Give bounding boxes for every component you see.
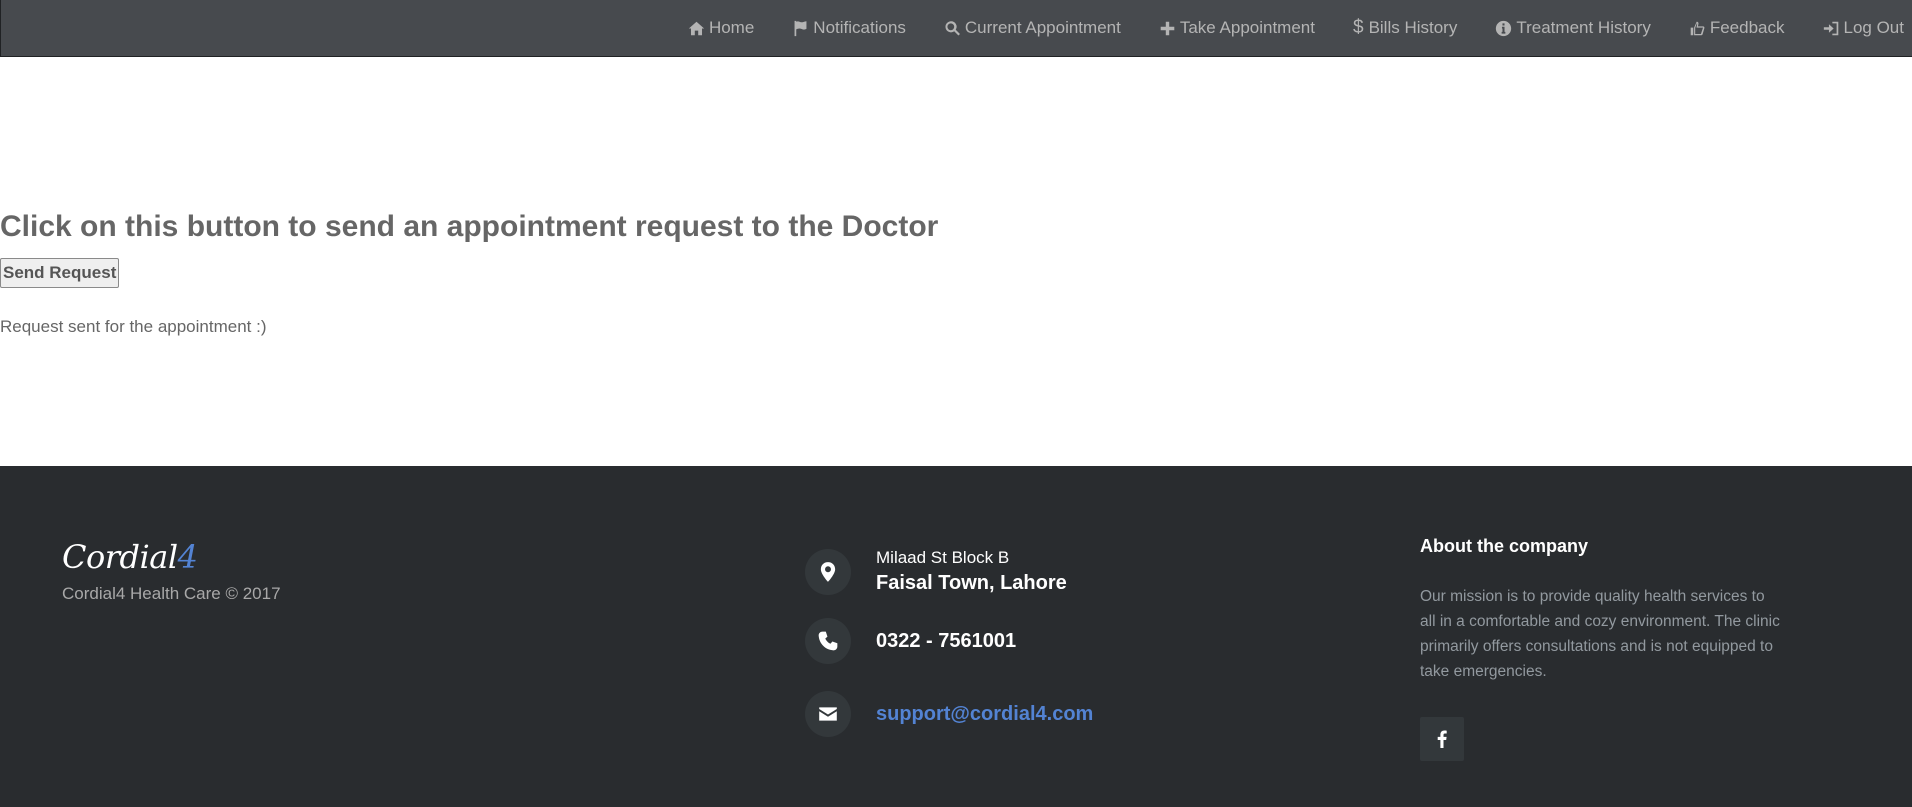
address-block: Milaad St Block B Faisal Town, Lahore (876, 548, 1067, 595)
thumbs-up-icon (1690, 21, 1705, 35)
search-icon (945, 20, 960, 36)
home-icon (688, 21, 705, 35)
logo-text: Cordial (62, 538, 178, 576)
nav-bills-history[interactable]: $ Bills History (1353, 17, 1457, 39)
address-line-1: Milaad St Block B (876, 548, 1010, 567)
send-request-button[interactable]: Send Request (0, 258, 120, 288)
nav-treatment-history-label: Treatment History (1516, 18, 1651, 37)
facebook-icon (1437, 730, 1447, 748)
map-marker-icon-circle (805, 548, 851, 595)
nav-take-appointment-label: Take Appointment (1179, 18, 1315, 37)
envelope-icon-circle (805, 691, 851, 737)
nav-notifications-label: Notifications (813, 18, 906, 37)
nav-home[interactable]: Home (688, 18, 754, 38)
top-navbar: Home Notifications Current Appointment T… (0, 0, 1912, 57)
nav-bills-history-label: Bills History (1368, 18, 1458, 37)
nav-log-out[interactable]: Log Out (1823, 18, 1905, 38)
nav-take-appointment[interactable]: Take Appointment (1159, 18, 1315, 38)
nav-treatment-history[interactable]: Treatment History (1495, 18, 1651, 38)
footer-logo: Cordial4 (62, 538, 198, 576)
email-row: support@cordial4.com (805, 691, 1093, 737)
phone-icon (818, 631, 838, 651)
nav-home-label: Home (708, 18, 755, 37)
dollar-icon: $ (1352, 17, 1364, 38)
nav-feedback-label: Feedback (1709, 18, 1785, 37)
flag-icon (794, 20, 807, 36)
log-out-icon (1823, 21, 1838, 35)
facebook-link[interactable] (1420, 717, 1464, 761)
nav-notifications[interactable]: Notifications (792, 18, 906, 38)
site-footer: Cordial4 Cordial4 Health Care © 2017 Mil… (0, 466, 1912, 807)
about-title: About the company (1420, 536, 1589, 556)
page-headline: Click on this button to send an appointm… (0, 210, 939, 243)
nav-current-appointment-label: Current Appointment (964, 18, 1121, 37)
copyright-text: Cordial4 Health Care © 2017 (62, 584, 281, 603)
about-text: Our mission is to provide quality health… (1420, 588, 1780, 680)
info-icon (1496, 20, 1512, 36)
logo-accent: 4 (177, 538, 198, 576)
phone-number: 0322 - 7561001 (876, 629, 1017, 652)
address-row: Milaad St Block B Faisal Town, Lahore (805, 548, 1067, 595)
phone-row: 0322 - 7561001 (805, 618, 1016, 664)
support-email-link[interactable]: support@cordial4.com (876, 703, 1093, 726)
nav-feedback[interactable]: Feedback (1689, 18, 1785, 38)
envelope-icon (819, 707, 837, 721)
request-status-message: Request sent for the appointment :) (0, 317, 267, 336)
map-marker-icon (820, 561, 836, 582)
main-content: Click on this button to send an appointm… (0, 57, 1912, 466)
plus-icon (1160, 21, 1175, 35)
phone-icon-circle (805, 618, 851, 664)
nav-current-appointment[interactable]: Current Appointment (944, 18, 1121, 38)
address-line-2: Faisal Town, Lahore (876, 572, 1067, 594)
nav-log-out-label: Log Out (1843, 18, 1905, 37)
